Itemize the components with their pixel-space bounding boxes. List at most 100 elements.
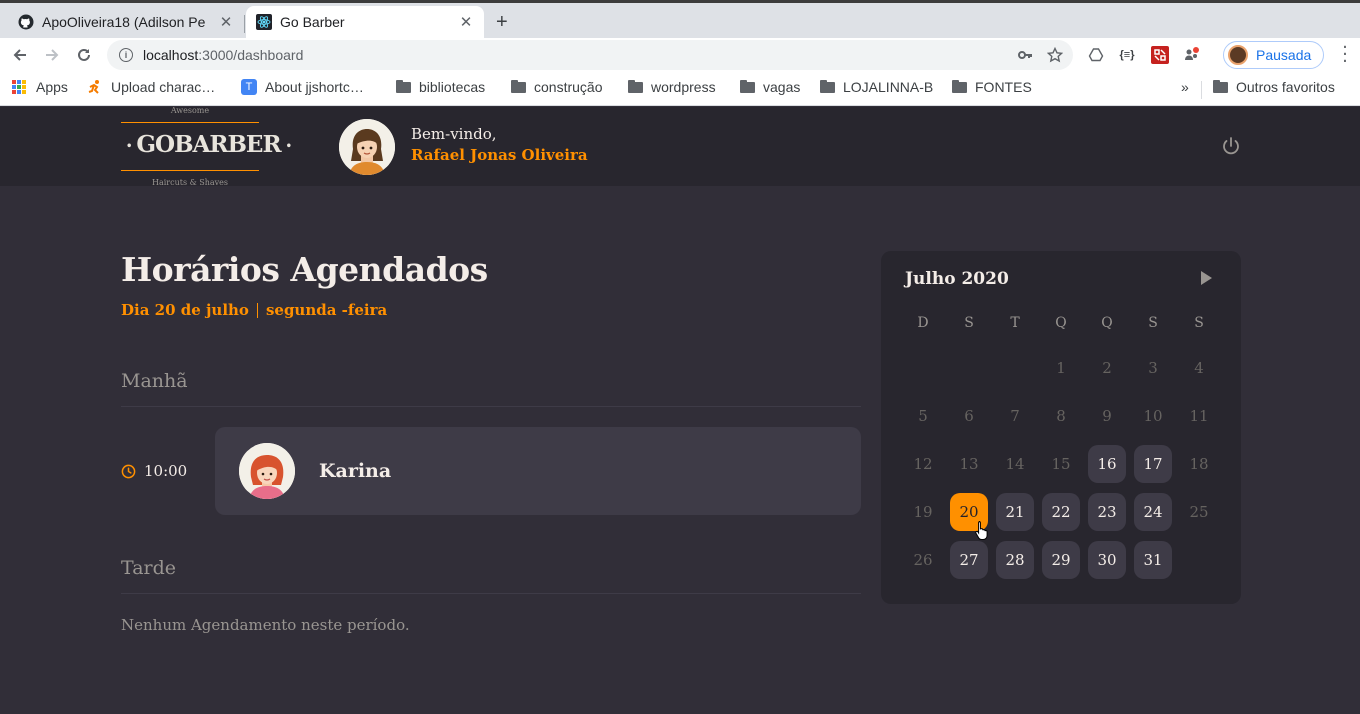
reload-button[interactable] — [72, 43, 96, 67]
date-divider — [256, 302, 258, 318]
arrow-right-icon — [46, 49, 59, 61]
more-bookmarks-button[interactable]: » — [1181, 79, 1189, 95]
tab-divider — [244, 15, 245, 33]
url-text: localhost:3000/dashboard — [143, 47, 304, 63]
bookmark-folder-fontes[interactable]: FONTES — [952, 79, 1032, 95]
next-month-icon[interactable] — [1201, 271, 1212, 285]
gobarber-logo[interactable]: Awesome • GOBARBER • Haircuts & Shaves — [121, 106, 292, 187]
calendar-day: 5 — [918, 407, 928, 425]
calendar-day: 3 — [1148, 359, 1158, 377]
appointment-time: 10:00 — [121, 462, 187, 480]
t-favicon-icon: T — [241, 79, 257, 95]
tab-github[interactable]: ApoOliveira18 (Adilson Pe ✕ — [8, 6, 244, 38]
ext-people-icon[interactable] — [1182, 45, 1202, 65]
browser-menu-icon[interactable]: · · · — [1342, 39, 1348, 71]
back-button[interactable] — [8, 43, 32, 67]
drive-extension-icon[interactable] — [1086, 45, 1106, 65]
calendar-day[interactable]: 31 — [1134, 541, 1172, 579]
calendar-day: 8 — [1056, 407, 1066, 425]
bookmark-folder-other[interactable]: Outros favoritos — [1213, 79, 1335, 95]
client-name: Karina — [319, 460, 392, 482]
tab-close-icon[interactable]: ✕ — [458, 13, 474, 31]
date-label: Dia 20 de julho — [121, 301, 249, 319]
calendar-day: 1 — [1056, 359, 1066, 377]
folder-icon — [820, 79, 835, 93]
calendar-day[interactable]: 30 — [1088, 541, 1126, 579]
calendar-day: 7 — [1010, 407, 1020, 425]
bookmark-about-jjshortc[interactable]: T About jjshortc… — [241, 79, 364, 95]
power-icon — [1223, 137, 1239, 155]
folder-icon — [952, 79, 967, 93]
calendar-day: 6 — [964, 407, 974, 425]
calendar-day[interactable]: 24 — [1134, 493, 1172, 531]
welcome-block: Bem-vindo, Rafael Jonas Oliveira — [411, 125, 588, 164]
drive-icon — [1088, 48, 1104, 62]
calendar-day: 25 — [1189, 503, 1209, 521]
calendar-weekday-header: Q — [1101, 315, 1113, 331]
grid-extension-icon — [1151, 46, 1169, 64]
folder-icon — [1213, 79, 1228, 93]
calendar-day[interactable]: 29 — [1042, 541, 1080, 579]
logo-tagline-bottom: Haircuts & Shaves — [151, 178, 229, 187]
site-info-icon[interactable]: i — [119, 48, 133, 62]
bookmark-folder-construcao[interactable]: construção — [511, 79, 602, 95]
tab-title: ApoOliveira18 (Adilson Pe — [42, 14, 206, 30]
page-title: Horários Agendados — [121, 250, 488, 289]
tab-close-icon[interactable]: ✕ — [218, 13, 234, 31]
bookmark-folder-bibliotecas[interactable]: bibliotecas — [396, 79, 485, 95]
calendar-day[interactable]: 17 — [1134, 445, 1172, 483]
calendar-day[interactable]: 22 — [1042, 493, 1080, 531]
forward-button[interactable] — [40, 43, 64, 67]
profile-button[interactable]: Pausada — [1223, 41, 1324, 69]
folder-icon — [396, 79, 411, 93]
calendar-day[interactable]: 23 — [1088, 493, 1126, 531]
profile-label: Pausada — [1256, 47, 1312, 63]
browser-toolbar: i localhost:3000/dashboard {≡} Pausada ·… — [0, 38, 1360, 72]
calendar-day: 11 — [1189, 407, 1209, 425]
logout-button[interactable] — [1220, 135, 1242, 157]
calendar-day[interactable]: 27 — [950, 541, 988, 579]
arrow-left-icon — [13, 49, 26, 61]
bookmark-folder-wordpress[interactable]: wordpress — [628, 79, 716, 95]
appointment-card[interactable]: Karina — [215, 427, 861, 515]
calendar-day: 13 — [959, 455, 979, 473]
logo-rule-top — [121, 122, 259, 123]
profile-link[interactable]: Rafael Jonas Oliveira — [411, 146, 588, 164]
calendar-day[interactable]: 21 — [996, 493, 1034, 531]
calendar-day: 18 — [1189, 455, 1209, 473]
bookmark-upload-charac[interactable]: Upload charac… — [87, 79, 215, 95]
ext-red-icon[interactable] — [1150, 45, 1170, 65]
calendar-day: 4 — [1194, 359, 1204, 377]
json-extension-icon[interactable]: {≡} — [1117, 45, 1137, 65]
calendar-weekday-header: Q — [1055, 315, 1067, 331]
section-morning-title: Manhã — [121, 370, 861, 407]
calendar-day: 2 — [1102, 359, 1112, 377]
calendar-weekday-header: T — [1010, 315, 1020, 331]
bookmark-folder-lojalinna[interactable]: LOJALINNA-B — [820, 79, 933, 95]
bookmark-folder-vagas[interactable]: vagas — [740, 79, 800, 95]
avatar[interactable] — [339, 119, 395, 175]
address-bar[interactable]: i localhost:3000/dashboard — [107, 40, 1073, 70]
calendar-day: 14 — [1005, 455, 1025, 473]
star-icon[interactable] — [1047, 47, 1063, 63]
calendar-weekday-header: S — [1194, 315, 1204, 331]
tab-go-barber[interactable]: Go Barber ✕ — [246, 6, 484, 38]
app-header: Awesome • GOBARBER • Haircuts & Shaves Bem… — [0, 106, 1360, 187]
calendar-day: 19 — [913, 503, 933, 521]
calendar-day[interactable]: 28 — [996, 541, 1034, 579]
key-icon[interactable] — [1017, 47, 1033, 63]
tab-title: Go Barber — [280, 14, 345, 30]
react-icon — [256, 14, 272, 30]
schedule-panel: Horários Agendados Dia 20 de julho segun… — [121, 250, 861, 634]
folder-icon — [628, 79, 643, 93]
folder-icon — [740, 79, 755, 93]
calendar-day[interactable]: 16 — [1088, 445, 1126, 483]
calendar-weekday-header: S — [1148, 315, 1158, 331]
new-tab-button[interactable]: + — [496, 11, 508, 34]
date-info: Dia 20 de julho segunda -feira — [121, 301, 861, 319]
welcome-text: Bem-vindo, — [411, 125, 497, 143]
calendar: Julho 2020 D S T Q Q S S 1 2 3 4 5 6 7 8 9 10 11 12 13 14 15 1… — [881, 251, 1241, 604]
calendar-day: 26 — [913, 551, 933, 569]
bookmark-apps[interactable]: Apps — [12, 79, 68, 95]
hand-cursor-icon — [975, 521, 988, 540]
